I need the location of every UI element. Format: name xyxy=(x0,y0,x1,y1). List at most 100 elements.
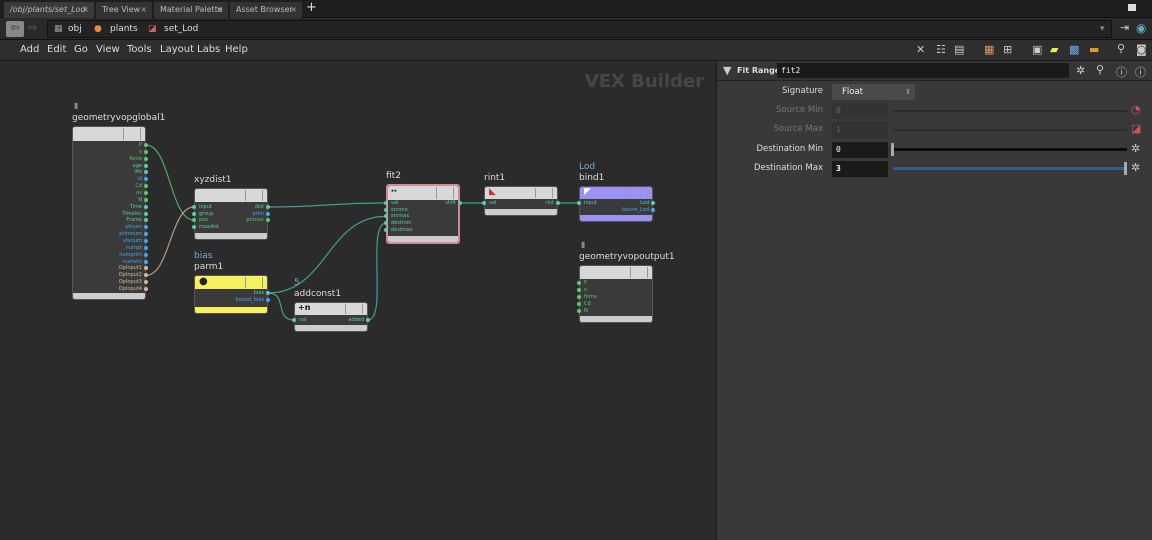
output-port[interactable] xyxy=(144,149,148,154)
link-icon[interactable]: ◉ xyxy=(1136,21,1146,35)
maximize-icon[interactable] xyxy=(1128,4,1136,11)
input-port[interactable] xyxy=(577,201,581,205)
network-editor[interactable]: VEX Builder geometryvopglobal1 ▮ Pv force ag… xyxy=(0,61,716,540)
output-port[interactable] xyxy=(144,259,148,264)
output-port[interactable] xyxy=(651,201,655,205)
output-port[interactable] xyxy=(144,197,148,202)
add-tab-button[interactable]: + xyxy=(306,0,317,15)
menu-layout[interactable]: Layout xyxy=(160,44,194,55)
output-port[interactable] xyxy=(144,211,148,216)
pin-icon[interactable]: ⇥ xyxy=(1120,21,1129,34)
gear-icon[interactable]: ✲ xyxy=(1076,64,1085,77)
input-port[interactable] xyxy=(577,302,581,306)
help-icon[interactable]: ⓘ xyxy=(1135,64,1146,80)
box-icon[interactable]: ▬ xyxy=(1089,43,1099,56)
menu-labs[interactable]: Labs xyxy=(197,44,220,55)
input-port[interactable] xyxy=(577,281,581,285)
output-port[interactable] xyxy=(366,318,370,322)
wire[interactable] xyxy=(267,202,387,208)
color-palette-icon[interactable]: ▦ xyxy=(984,43,994,56)
output-port[interactable] xyxy=(266,218,270,222)
menu-add[interactable]: Add xyxy=(20,44,39,55)
menu-view[interactable]: View xyxy=(96,44,120,55)
output-port[interactable] xyxy=(144,156,148,161)
channel-icon[interactable]: ◔ xyxy=(1131,103,1141,116)
gear-icon[interactable]: ✲ xyxy=(1131,142,1140,155)
input-port[interactable] xyxy=(292,318,296,322)
output-port[interactable] xyxy=(144,204,148,209)
destination-min-slider[interactable] xyxy=(893,148,1127,151)
search-icon[interactable]: ⚲ xyxy=(1096,63,1104,76)
network-box-icon[interactable]: ▣ xyxy=(1032,43,1042,56)
tree-icon[interactable]: ☷ xyxy=(936,43,946,56)
tab-asset-browser[interactable]: Asset Browser × xyxy=(230,2,302,18)
output-port[interactable] xyxy=(144,143,148,147)
output-port[interactable] xyxy=(144,239,148,244)
input-port[interactable] xyxy=(192,218,196,222)
node-name-input[interactable]: fit2 xyxy=(777,63,1069,78)
breadcrumb-obj[interactable]: obj xyxy=(68,21,82,37)
breadcrumb-plants[interactable]: plants xyxy=(110,21,138,37)
search-icon[interactable]: ⚲ xyxy=(1117,42,1125,55)
tab-tree-view[interactable]: Tree View × xyxy=(96,2,152,18)
output-port[interactable] xyxy=(266,205,270,209)
destination-min-handle[interactable] xyxy=(891,143,894,156)
destination-max-slider[interactable] xyxy=(893,167,1127,170)
input-port[interactable] xyxy=(384,207,388,212)
menu-tools[interactable]: Tools xyxy=(127,44,152,55)
output-port[interactable] xyxy=(556,201,560,205)
input-port[interactable] xyxy=(482,201,486,205)
destination-min-field[interactable]: 0 xyxy=(832,142,888,158)
eye-icon[interactable]: ◙ xyxy=(1136,43,1147,56)
output-port[interactable] xyxy=(266,298,270,302)
input-port[interactable] xyxy=(384,201,388,205)
info-icon[interactable]: ⓘ xyxy=(1116,64,1127,80)
output-port[interactable] xyxy=(266,211,270,216)
forward-button[interactable]: ⇨ xyxy=(28,21,37,34)
node-footer xyxy=(580,215,652,221)
tools-icon[interactable]: ✕ xyxy=(916,43,925,56)
close-icon[interactable]: × xyxy=(82,2,89,17)
output-port[interactable] xyxy=(458,201,462,205)
close-icon[interactable]: × xyxy=(290,2,297,17)
wire[interactable] xyxy=(267,215,387,294)
grid-icon[interactable]: ⊞ xyxy=(1003,43,1012,56)
output-port[interactable] xyxy=(651,208,655,212)
output-port[interactable] xyxy=(144,191,148,196)
output-port[interactable] xyxy=(266,291,270,295)
input-port[interactable] xyxy=(577,309,581,313)
gear-icon[interactable]: ✲ xyxy=(1131,161,1140,174)
destination-max-handle[interactable] xyxy=(1124,162,1127,175)
list-icon[interactable]: ▤ xyxy=(954,43,964,56)
input-port[interactable] xyxy=(384,227,388,232)
sticky-note-icon[interactable]: ▰ xyxy=(1050,43,1058,56)
output-port[interactable] xyxy=(144,245,148,250)
destination-max-field[interactable]: 3 xyxy=(832,161,888,177)
breadcrumb-set-lod[interactable]: set_Lod xyxy=(164,21,198,37)
back-button[interactable]: ⇦ xyxy=(6,21,24,37)
signature-select[interactable]: Float ⇕ xyxy=(832,84,915,100)
menu-edit[interactable]: Edit xyxy=(47,44,66,55)
input-port[interactable] xyxy=(192,205,196,209)
output-port[interactable] xyxy=(144,252,148,257)
image-icon[interactable]: ▩ xyxy=(1069,43,1079,56)
tab-network[interactable]: /obj/plants/set_Lod × xyxy=(4,2,94,18)
close-icon[interactable]: × xyxy=(216,2,223,17)
source-max-field[interactable]: 1 xyxy=(832,122,888,138)
input-port[interactable] xyxy=(192,211,196,216)
wire[interactable] xyxy=(267,292,295,321)
tab-material-palette[interactable]: Material Palette × xyxy=(154,2,228,18)
export-icon[interactable]: ◪ xyxy=(1131,122,1141,135)
output-port[interactable] xyxy=(144,163,148,168)
source-max-slider[interactable] xyxy=(893,129,1127,131)
source-min-field[interactable]: 0 xyxy=(832,103,888,119)
chevron-down-icon[interactable]: ▾ xyxy=(1100,21,1105,37)
close-icon[interactable]: × xyxy=(140,2,147,17)
input-port[interactable] xyxy=(577,288,581,292)
input-port[interactable] xyxy=(577,295,581,299)
menu-go[interactable]: Go xyxy=(74,44,88,55)
source-min-slider[interactable] xyxy=(893,110,1127,112)
wire[interactable] xyxy=(367,222,387,321)
input-port[interactable] xyxy=(192,224,196,229)
menu-help[interactable]: Help xyxy=(225,44,248,55)
